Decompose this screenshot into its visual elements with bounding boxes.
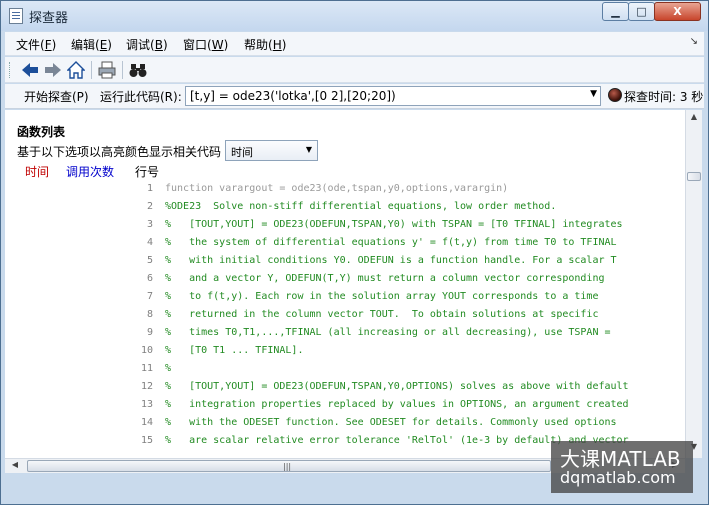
run-bar: 开始探查(P) 运行此代码(R): [t,y] = ode23('lotka',… [5, 84, 704, 109]
run-code-combobox[interactable]: [t,y] = ode23('lotka',[0 2],[20;20]) ▼ [185, 86, 601, 106]
line-number: 11 [140, 363, 153, 374]
watermark: 大课MATLAB dqmatlab.com [551, 441, 693, 493]
highlight-select[interactable]: 时间 ▼ [225, 140, 318, 161]
code-line: 8 % returned in the column vector TOUT. T… [5, 306, 685, 324]
line-number: 6 [146, 273, 153, 284]
toolbar-grip [9, 62, 12, 78]
close-button[interactable]: X [654, 2, 701, 21]
toolbar-separator [91, 61, 92, 79]
code-line: 6 % and a vector Y, ODEFUN(T,Y) must retu… [5, 270, 685, 288]
code-text: % [T0 T1 ... TFINAL]. [165, 345, 304, 356]
highlight-option-label: 基于以下选项以高亮颜色显示相关代码 [17, 145, 222, 159]
find-binoculars-icon[interactable] [128, 60, 148, 80]
start-profiling-button[interactable]: 开始探查(P) [24, 88, 89, 105]
code-line: 14 % with the ODESET function. See ODESET… [5, 414, 685, 432]
code-line: 12 % [TOUT,YOUT] = ODE23(ODEFUN,TSPAN,Y0,… [5, 378, 685, 396]
menu-bar: 文件(F) 编辑(E) 调试(B) 窗口(W) 帮助(H) ↘ [5, 32, 704, 56]
line-number: 2 [146, 201, 153, 212]
back-arrow-icon[interactable] [20, 60, 40, 80]
function-list-title: 函数列表 [17, 125, 66, 139]
line-number: 15 [140, 435, 153, 446]
code-line: 11% [5, 360, 685, 378]
line-number: 14 [140, 417, 153, 428]
print-icon[interactable] [97, 60, 117, 80]
vertical-scrollbar[interactable]: ▲ ▼ [685, 110, 702, 458]
code-listing: 1 function varargout = ode23(ode,tspan,y0… [5, 180, 685, 450]
code-text: function varargout = ode23(ode,tspan,y0,… [165, 183, 509, 194]
scroll-grip-icon: ||| [283, 462, 292, 471]
menu-edit[interactable]: 编辑(E) [71, 36, 112, 53]
highlight-select-value: 时间 [231, 146, 253, 159]
code-text: % to f(t,y). Each row in the solution ar… [165, 291, 599, 302]
code-text: % the system of differential equations y… [165, 237, 617, 248]
chevron-down-icon: ▼ [305, 145, 312, 154]
column-header-time: 时间 [25, 165, 50, 179]
menu-debug[interactable]: 调试(B) [126, 36, 168, 53]
menu-window[interactable]: 窗口(W) [183, 36, 228, 53]
maximize-button[interactable]: □ [628, 2, 655, 21]
profiler-report-panel: 函数列表 基于以下选项以高亮颜色显示相关代码 时间 ▼ 时间 调用次数 行号 1… [5, 110, 685, 458]
horizontal-scroll-thumb[interactable]: ||| [27, 460, 551, 472]
profiler-app-icon [9, 8, 23, 24]
code-line: 2 %ODE23 Solve non-stiff differential equ… [5, 198, 685, 216]
forward-arrow-icon[interactable] [43, 60, 63, 80]
line-number: 9 [146, 327, 153, 338]
line-number: 10 [140, 345, 153, 356]
code-text: % [165, 363, 172, 374]
profiling-status-indicator-icon [608, 88, 622, 102]
code-text: % [TOUT,YOUT] = ODE23(ODEFUN,TSPAN,Y0) w… [165, 219, 623, 230]
code-text: % times T0,T1,...,TFINAL (all increasing… [165, 327, 611, 338]
chevron-down-icon[interactable]: ▼ [590, 89, 597, 99]
scroll-left-icon[interactable]: ◀ [8, 460, 22, 472]
code-line: 3 % [TOUT,YOUT] = ODE23(ODEFUN,TSPAN,Y0) … [5, 216, 685, 234]
code-text: % and a vector Y, ODEFUN(T,Y) must retur… [165, 273, 605, 284]
line-number: 8 [146, 309, 153, 320]
code-line: 10 % [T0 T1 ... TFINAL]. [5, 342, 685, 360]
line-number: 13 [140, 399, 153, 410]
menu-help[interactable]: 帮助(H) [244, 36, 286, 53]
code-text: % [TOUT,YOUT] = ODE23(ODEFUN,TSPAN,Y0,OP… [165, 381, 629, 392]
toolbar [5, 57, 704, 83]
line-number: 5 [146, 255, 153, 266]
code-text: % with initial conditions Y0. ODEFUN is … [165, 255, 617, 266]
code-text: % with the ODESET function. See ODESET f… [165, 417, 617, 428]
code-line: 9 % times T0,T1,...,TFINAL (all increasin… [5, 324, 685, 342]
menu-file[interactable]: 文件(F) [16, 36, 56, 53]
line-number: 1 [146, 183, 153, 194]
profiler-window: 探查器 ▁ □ X 文件(F) 编辑(E) 调试(B) 窗口(W) 帮助(H) … [0, 0, 709, 505]
toolbar-separator [122, 61, 123, 79]
undock-arrow-icon[interactable]: ↘ [690, 36, 698, 47]
watermark-url: dqmatlab.com [560, 468, 676, 487]
profiling-time-label: 探查时间: 3 秒 [624, 90, 704, 104]
code-line: 5 % with initial conditions Y0. ODEFUN is… [5, 252, 685, 270]
line-number: 4 [146, 237, 153, 248]
code-text: % integration properties replaced by val… [165, 399, 629, 410]
home-icon[interactable] [66, 60, 86, 80]
run-code-value: [t,y] = ode23('lotka',[0 2],[20;20]) [190, 89, 396, 103]
window-title: 探查器 [29, 11, 69, 26]
minimize-button[interactable]: ▁ [602, 2, 629, 21]
title-bar: 探查器 ▁ □ X [1, 1, 708, 31]
line-number: 3 [146, 219, 153, 230]
run-code-label: 运行此代码(R): [100, 90, 182, 104]
column-header-line: 行号 [135, 165, 160, 179]
code-text: %ODE23 Solve non-stiff differential equa… [165, 201, 557, 212]
code-line: 7 % to f(t,y). Each row in the solution a… [5, 288, 685, 306]
column-header-calls: 调用次数 [66, 165, 115, 179]
code-line: 1 function varargout = ode23(ode,tspan,y0… [5, 180, 685, 198]
line-number: 12 [140, 381, 153, 392]
vertical-scroll-thumb[interactable] [687, 172, 701, 181]
code-line: 4 % the system of differential equations … [5, 234, 685, 252]
scroll-up-icon[interactable]: ▲ [688, 112, 700, 126]
code-text: % returned in the column vector TOUT. To… [165, 309, 599, 320]
line-number: 7 [146, 291, 153, 302]
code-line: 13 % integration properties replaced by v… [5, 396, 685, 414]
